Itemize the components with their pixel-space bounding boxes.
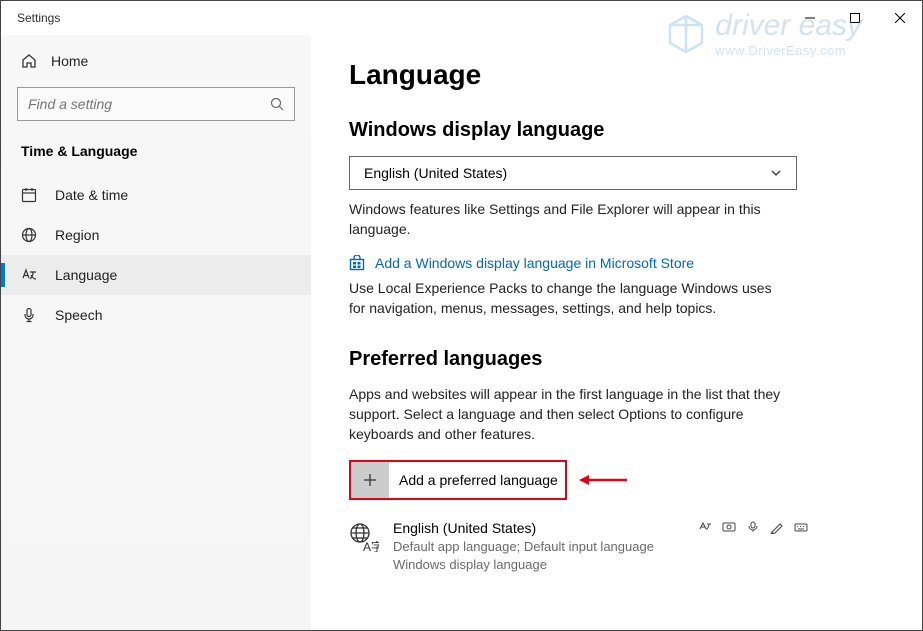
sidebar-item-label: Language bbox=[55, 267, 117, 283]
language-sub2: Windows display language bbox=[393, 556, 683, 574]
store-link-label: Add a Windows display language in Micros… bbox=[375, 255, 694, 271]
chevron-down-icon bbox=[770, 167, 782, 179]
language-entry[interactable]: A字 English (United States) Default app l… bbox=[349, 520, 809, 573]
main-content: Language Windows display language Englis… bbox=[311, 35, 922, 630]
sidebar-item-date-time[interactable]: Date & time bbox=[1, 175, 311, 215]
keyboard-icon bbox=[793, 520, 809, 534]
minimize-button[interactable] bbox=[787, 3, 832, 33]
sidebar-item-speech[interactable]: Speech bbox=[1, 295, 311, 335]
window-controls bbox=[787, 3, 922, 33]
add-language-label: Add a preferred language bbox=[389, 472, 558, 488]
display-language-desc: Windows features like Settings and File … bbox=[349, 200, 789, 239]
sidebar-item-label: Speech bbox=[55, 307, 102, 323]
packs-desc: Use Local Experience Packs to change the… bbox=[349, 279, 789, 318]
preferred-languages-heading: Preferred languages bbox=[349, 348, 890, 371]
sidebar-item-label: Date & time bbox=[55, 187, 128, 203]
page-title: Language bbox=[349, 59, 890, 91]
store-icon bbox=[349, 255, 365, 271]
handwriting-icon bbox=[769, 520, 785, 534]
language-sub1: Default app language; Default input lang… bbox=[393, 538, 683, 556]
search-icon bbox=[270, 97, 284, 111]
text-to-speech-icon bbox=[697, 520, 713, 534]
globe-icon bbox=[21, 227, 37, 243]
close-button[interactable] bbox=[877, 3, 922, 33]
language-name: English (United States) bbox=[393, 520, 683, 536]
calendar-icon bbox=[21, 187, 37, 203]
svg-text:A字: A字 bbox=[363, 539, 379, 552]
language-globe-icon: A字 bbox=[349, 522, 379, 552]
search-field[interactable] bbox=[28, 96, 270, 112]
language-icon bbox=[21, 267, 37, 283]
microphone-icon bbox=[21, 307, 37, 323]
sidebar-item-label: Region bbox=[55, 227, 99, 243]
store-link[interactable]: Add a Windows display language in Micros… bbox=[349, 255, 890, 271]
window-title: Settings bbox=[17, 11, 60, 25]
dropdown-value: English (United States) bbox=[364, 165, 507, 181]
language-feature-icons bbox=[697, 520, 809, 534]
home-icon bbox=[21, 53, 37, 69]
sidebar-item-region[interactable]: Region bbox=[1, 215, 311, 255]
plus-icon bbox=[351, 462, 389, 498]
search-input[interactable] bbox=[17, 87, 295, 121]
sidebar: Home Time & Language Date & time Region … bbox=[1, 35, 311, 630]
add-preferred-language-button[interactable]: Add a preferred language bbox=[349, 460, 567, 500]
titlebar: Settings bbox=[1, 1, 922, 35]
voice-icon bbox=[745, 520, 761, 534]
display-language-dropdown[interactable]: English (United States) bbox=[349, 156, 797, 190]
speech-recognition-icon bbox=[721, 520, 737, 534]
annotation-arrow bbox=[579, 472, 627, 488]
display-language-heading: Windows display language bbox=[349, 119, 890, 142]
preferred-desc: Apps and websites will appear in the fir… bbox=[349, 385, 789, 444]
home-label: Home bbox=[51, 53, 88, 69]
maximize-button[interactable] bbox=[832, 3, 877, 33]
sidebar-item-language[interactable]: Language bbox=[1, 255, 311, 295]
nav-group-title: Time & Language bbox=[1, 139, 311, 175]
home-nav[interactable]: Home bbox=[1, 43, 311, 79]
